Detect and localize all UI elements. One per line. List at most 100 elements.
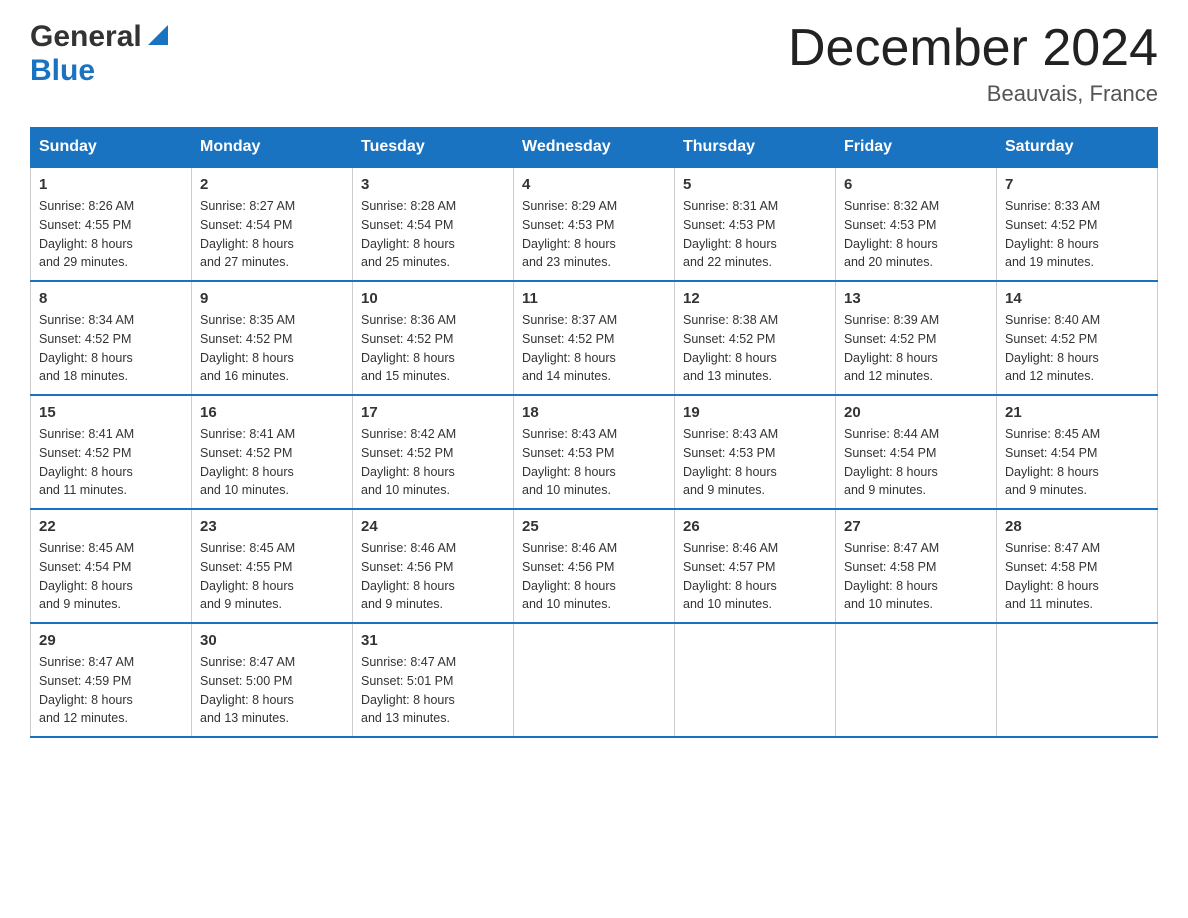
sunrise-info: Sunrise: 8:41 AM [39,427,134,441]
sunrise-info: Sunrise: 8:39 AM [844,313,939,327]
day-info: Sunrise: 8:39 AMSunset: 4:52 PMDaylight:… [844,311,988,386]
table-row: 15Sunrise: 8:41 AMSunset: 4:52 PMDayligh… [31,395,192,509]
sunset-info: Sunset: 5:00 PM [200,674,292,688]
sunrise-info: Sunrise: 8:33 AM [1005,199,1100,213]
table-row [997,623,1158,737]
daylight-minutes: and 15 minutes. [361,369,450,383]
table-row: 7Sunrise: 8:33 AMSunset: 4:52 PMDaylight… [997,167,1158,281]
sunrise-info: Sunrise: 8:45 AM [39,541,134,555]
day-info: Sunrise: 8:38 AMSunset: 4:52 PMDaylight:… [683,311,827,386]
table-row: 9Sunrise: 8:35 AMSunset: 4:52 PMDaylight… [192,281,353,395]
daylight-minutes: and 10 minutes. [522,483,611,497]
daylight-hours: Daylight: 8 hours [39,693,133,707]
day-number: 23 [200,518,344,535]
sunrise-info: Sunrise: 8:29 AM [522,199,617,213]
sunset-info: Sunset: 4:55 PM [200,560,292,574]
table-row [675,623,836,737]
table-row: 3Sunrise: 8:28 AMSunset: 4:54 PMDaylight… [353,167,514,281]
daylight-minutes: and 25 minutes. [361,255,450,269]
sunrise-info: Sunrise: 8:31 AM [683,199,778,213]
daylight-minutes: and 20 minutes. [844,255,933,269]
daylight-hours: Daylight: 8 hours [844,351,938,365]
sunset-info: Sunset: 4:55 PM [39,218,131,232]
daylight-minutes: and 23 minutes. [522,255,611,269]
day-info: Sunrise: 8:45 AMSunset: 4:55 PMDaylight:… [200,539,344,614]
daylight-minutes: and 9 minutes. [1005,483,1087,497]
table-row: 21Sunrise: 8:45 AMSunset: 4:54 PMDayligh… [997,395,1158,509]
day-info: Sunrise: 8:47 AMSunset: 4:58 PMDaylight:… [844,539,988,614]
day-info: Sunrise: 8:26 AMSunset: 4:55 PMDaylight:… [39,197,183,272]
table-row: 18Sunrise: 8:43 AMSunset: 4:53 PMDayligh… [514,395,675,509]
daylight-minutes: and 13 minutes. [200,711,289,725]
sunset-info: Sunset: 4:54 PM [200,218,292,232]
logo-triangle-icon [144,21,172,49]
table-row: 1Sunrise: 8:26 AMSunset: 4:55 PMDaylight… [31,167,192,281]
table-row: 4Sunrise: 8:29 AMSunset: 4:53 PMDaylight… [514,167,675,281]
day-number: 5 [683,176,827,193]
sunset-info: Sunset: 4:58 PM [1005,560,1097,574]
sunset-info: Sunset: 4:53 PM [683,218,775,232]
table-row: 23Sunrise: 8:45 AMSunset: 4:55 PMDayligh… [192,509,353,623]
daylight-hours: Daylight: 8 hours [683,579,777,593]
col-tuesday: Tuesday [353,128,514,168]
sunrise-info: Sunrise: 8:45 AM [200,541,295,555]
day-number: 6 [844,176,988,193]
sunrise-info: Sunrise: 8:34 AM [39,313,134,327]
day-info: Sunrise: 8:42 AMSunset: 4:52 PMDaylight:… [361,425,505,500]
daylight-minutes: and 10 minutes. [361,483,450,497]
day-number: 25 [522,518,666,535]
sunrise-info: Sunrise: 8:46 AM [683,541,778,555]
day-info: Sunrise: 8:28 AMSunset: 4:54 PMDaylight:… [361,197,505,272]
day-number: 30 [200,632,344,649]
day-info: Sunrise: 8:47 AMSunset: 5:01 PMDaylight:… [361,653,505,728]
day-info: Sunrise: 8:35 AMSunset: 4:52 PMDaylight:… [200,311,344,386]
sunrise-info: Sunrise: 8:47 AM [200,655,295,669]
daylight-hours: Daylight: 8 hours [683,237,777,251]
day-number: 14 [1005,290,1149,307]
logo-blue-text: Blue [30,54,95,87]
daylight-hours: Daylight: 8 hours [39,237,133,251]
sunset-info: Sunset: 4:53 PM [522,446,614,460]
sunrise-info: Sunrise: 8:27 AM [200,199,295,213]
daylight-hours: Daylight: 8 hours [844,579,938,593]
daylight-hours: Daylight: 8 hours [683,465,777,479]
table-row: 14Sunrise: 8:40 AMSunset: 4:52 PMDayligh… [997,281,1158,395]
day-info: Sunrise: 8:43 AMSunset: 4:53 PMDaylight:… [683,425,827,500]
calendar-week-row: 29Sunrise: 8:47 AMSunset: 4:59 PMDayligh… [31,623,1158,737]
daylight-hours: Daylight: 8 hours [1005,237,1099,251]
daylight-minutes: and 9 minutes. [361,597,443,611]
day-info: Sunrise: 8:29 AMSunset: 4:53 PMDaylight:… [522,197,666,272]
sunrise-info: Sunrise: 8:47 AM [361,655,456,669]
daylight-hours: Daylight: 8 hours [844,465,938,479]
table-row: 12Sunrise: 8:38 AMSunset: 4:52 PMDayligh… [675,281,836,395]
col-monday: Monday [192,128,353,168]
day-number: 16 [200,404,344,421]
daylight-minutes: and 12 minutes. [844,369,933,383]
table-row: 13Sunrise: 8:39 AMSunset: 4:52 PMDayligh… [836,281,997,395]
table-row: 10Sunrise: 8:36 AMSunset: 4:52 PMDayligh… [353,281,514,395]
day-number: 11 [522,290,666,307]
sunrise-info: Sunrise: 8:45 AM [1005,427,1100,441]
table-row: 2Sunrise: 8:27 AMSunset: 4:54 PMDaylight… [192,167,353,281]
day-info: Sunrise: 8:45 AMSunset: 4:54 PMDaylight:… [1005,425,1149,500]
day-info: Sunrise: 8:27 AM Sunset: 4:54 PM Daylight:… [200,197,344,272]
daylight-minutes: and 10 minutes. [683,597,772,611]
day-number: 19 [683,404,827,421]
daylight-hours: Daylight: 8 hours [200,693,294,707]
table-row: 24Sunrise: 8:46 AMSunset: 4:56 PMDayligh… [353,509,514,623]
col-thursday: Thursday [675,128,836,168]
sunset-info: Sunset: 4:53 PM [522,218,614,232]
daylight-minutes: and 22 minutes. [683,255,772,269]
col-sunday: Sunday [31,128,192,168]
logo-general-text: General [30,20,142,54]
daylight-hours: Daylight: 8 hours [361,579,455,593]
daylight-hours: Daylight: 8 hours [200,237,294,251]
table-row [514,623,675,737]
day-info: Sunrise: 8:46 AMSunset: 4:57 PMDaylight:… [683,539,827,614]
daylight-minutes: and 16 minutes. [200,369,289,383]
daylight-minutes: and 18 minutes. [39,369,128,383]
page-header: General Blue December 2024 Beauvais, Fra… [30,20,1158,107]
day-number: 27 [844,518,988,535]
day-info: Sunrise: 8:45 AMSunset: 4:54 PMDaylight:… [39,539,183,614]
sunset-info: Sunset: 4:54 PM [361,218,453,232]
